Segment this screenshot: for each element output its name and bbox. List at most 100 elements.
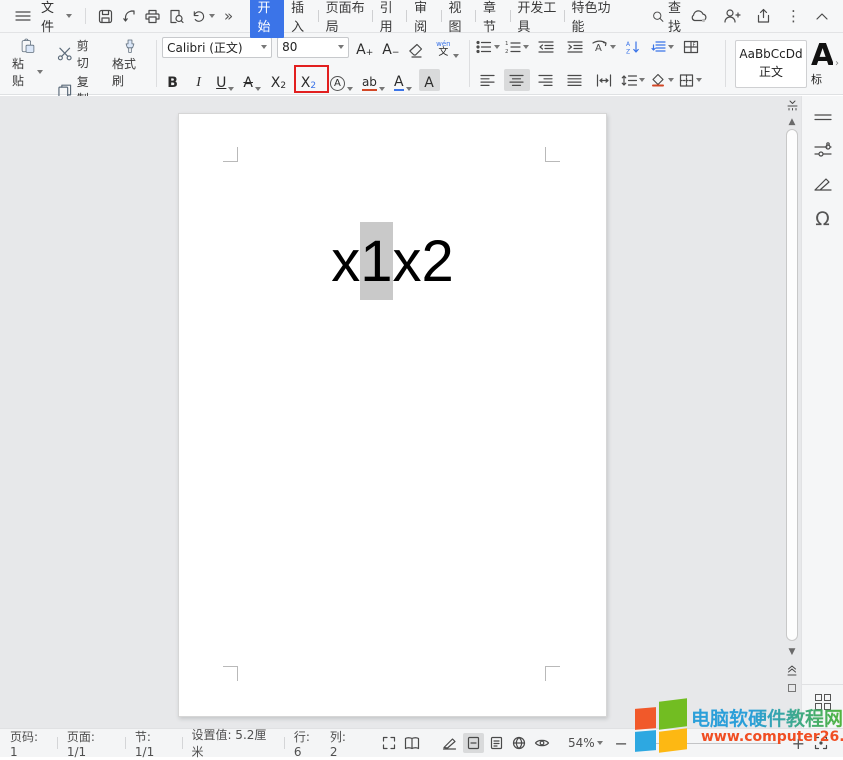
cloud-sync-button[interactable] [689,8,709,24]
overflow-menu-button[interactable]: ⋮ [786,7,801,25]
settings-sliders-icon[interactable] [809,138,837,164]
svg-text:Z: Z [626,49,630,55]
find-button[interactable]: 查找 [652,0,689,35]
export-button[interactable] [119,5,139,27]
paste-button[interactable]: 粘贴 [8,36,47,91]
format-painter-button[interactable]: 格式刷 [108,36,151,91]
zoom-slider[interactable] [639,743,781,744]
file-menu-button[interactable]: 文件 [36,0,77,38]
bold-button[interactable]: B [162,69,183,91]
hamburger-menu-icon[interactable] [10,6,36,26]
status-page-number[interactable]: 页码: 1 [10,728,48,759]
selected-text: 1 [360,222,392,300]
tab-review[interactable]: 审阅 [407,0,441,38]
char-shading-button[interactable]: A [419,69,440,91]
cut-button[interactable]: 剪切 [55,36,102,72]
task-pane-icon[interactable] [809,104,837,130]
font-color-button[interactable]: A [392,69,414,91]
subscript-button[interactable]: X2 [298,69,319,91]
increase-indent-button[interactable] [562,36,588,58]
tab-special-features[interactable]: 特色功能 [565,0,618,38]
more-tools-button[interactable]: » [219,5,239,27]
vertical-scrollbar[interactable]: ▲ ▼ [783,96,801,728]
save-button[interactable] [95,5,115,27]
document-page[interactable]: x1x2 [178,113,607,717]
highlight-color-button[interactable]: ab [360,69,387,91]
zoom-level-button[interactable]: 54% [568,736,603,750]
divider [725,40,726,87]
share-button[interactable] [755,8,772,24]
status-section[interactable]: 节: 1/1 [135,728,173,759]
chevron-down-icon [37,70,43,74]
distribute-button[interactable] [591,69,617,91]
gallery-scroll-icon[interactable]: › [835,58,839,69]
ruler-toggle-icon[interactable] [786,99,799,111]
fullscreen-icon[interactable] [378,733,399,753]
titlebar: 文件 » 开始 插入 页面布局 引用 审阅 视图 章节 开发工具 特色功能 查找 [0,0,843,33]
scroll-up-icon[interactable]: ▲ [789,117,796,127]
style-item-normal[interactable]: AaBbCcDd 正文 [735,40,807,88]
two-page-view-icon[interactable] [401,733,422,753]
ink-mode-icon[interactable] [439,733,460,753]
align-left-button[interactable] [475,69,501,91]
justify-button[interactable] [562,69,588,91]
superscript-button[interactable]: X2 [268,69,289,91]
shrink-font-button[interactable]: A− [380,36,401,58]
align-center-button[interactable] [504,69,530,91]
sort-button[interactable]: AZ [620,36,646,58]
undo-button[interactable] [191,5,215,27]
pinyin-guide-button[interactable]: wén 文 [432,36,462,58]
clipboard-group: 粘贴 剪切 复制 格式刷 [8,36,151,91]
document-text-line[interactable]: x1x2 [179,222,606,300]
tab-references[interactable]: 引用 [373,0,407,38]
eye-protect-icon[interactable] [532,733,553,753]
zoom-out-button[interactable]: − [611,733,632,753]
scroll-down-icon[interactable]: ▼ [789,647,796,657]
text-effects-button[interactable]: A [328,69,355,91]
decrease-indent-button[interactable] [533,36,559,58]
tab-page-layout[interactable]: 页面布局 [319,0,372,38]
add-user-button[interactable] [723,8,741,24]
browse-object-icon[interactable] [788,684,796,692]
print-button[interactable] [143,5,163,27]
print-preview-button[interactable] [167,5,187,27]
outline-view-icon[interactable] [486,733,507,753]
align-right-button[interactable] [533,69,559,91]
status-column[interactable]: 列: 2 [330,728,356,759]
grow-font-button[interactable]: A+ [354,36,375,58]
tab-view[interactable]: 视图 [442,0,476,38]
status-setting[interactable]: 设置值: 5.2厘米 [191,726,274,760]
strikethrough-button[interactable]: A [241,69,263,91]
status-line[interactable]: 行: 6 [294,728,320,759]
scrollbar-thumb[interactable] [786,129,798,641]
divider [284,737,285,749]
font-size-select[interactable]: 80 [277,37,349,58]
font-family-select[interactable]: Calibri (正文) [162,37,272,58]
tab-section[interactable]: 章节 [476,0,510,38]
symbol-omega-icon[interactable]: Ω [809,206,837,232]
grid-squares-icon[interactable] [815,694,831,710]
italic-button[interactable]: I [188,69,209,91]
line-spacing-button[interactable] [620,69,646,91]
style-item-heading[interactable]: A 标 [811,40,833,88]
fit-page-icon[interactable] [811,733,832,753]
text-direction-button[interactable]: A [591,36,617,58]
numbering-button[interactable]: 12 [504,36,530,58]
tab-insert[interactable]: 插入 [284,0,318,38]
page-view-icon[interactable] [463,733,484,753]
collapse-ribbon-button[interactable] [815,12,829,21]
clear-format-button[interactable] [406,36,427,58]
underline-button[interactable]: U [214,69,236,91]
shading-button[interactable] [649,69,675,91]
previous-page-icon[interactable] [786,665,798,676]
paragraph-layout-button[interactable] [649,36,675,58]
tab-home[interactable]: 开始 [250,0,284,38]
pen-tool-icon[interactable] [809,172,837,198]
zoom-in-button[interactable]: + [788,733,809,753]
web-view-icon[interactable] [509,733,530,753]
manuscript-grid-button[interactable]: F [678,36,704,58]
borders-button[interactable] [678,69,704,91]
bullets-button[interactable] [475,36,501,58]
status-page[interactable]: 页面: 1/1 [67,728,116,759]
tab-developer[interactable]: 开发工具 [510,0,563,38]
